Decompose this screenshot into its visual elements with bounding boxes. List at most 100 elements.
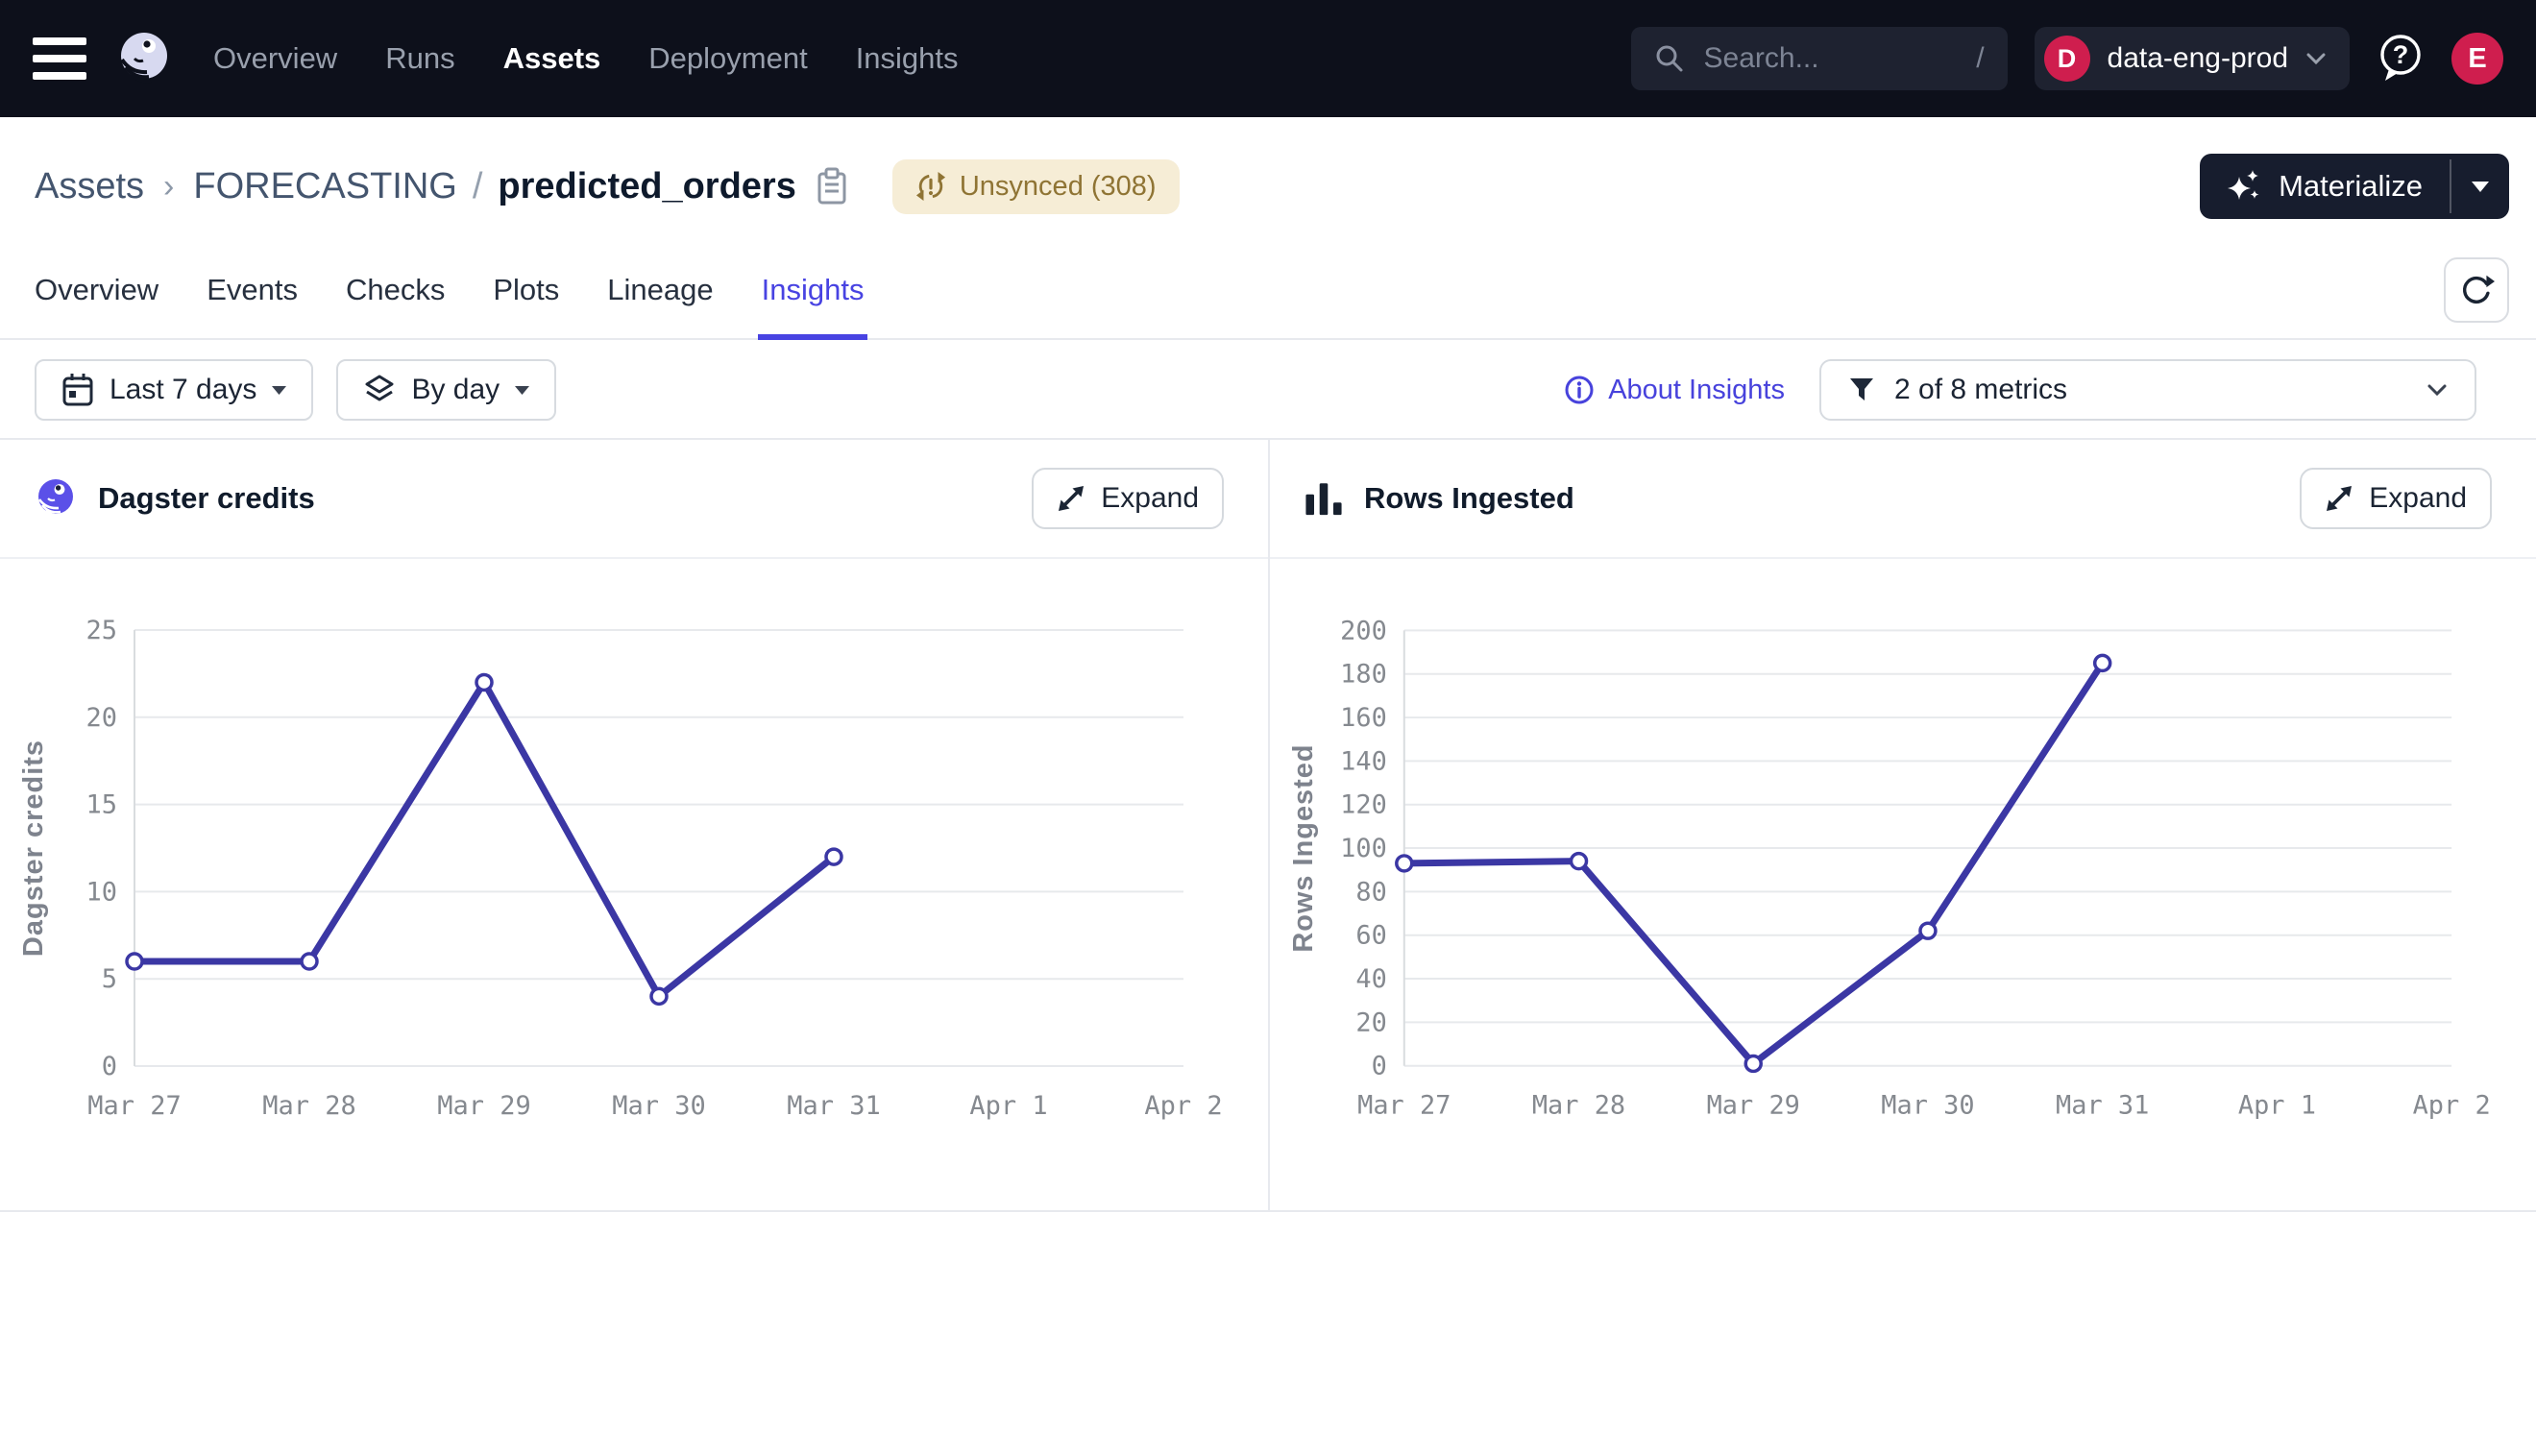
svg-text:80: 80 [1355, 877, 1386, 907]
menu-icon[interactable] [33, 37, 86, 80]
nav-overview[interactable]: Overview [213, 41, 337, 76]
help-icon[interactable]: ? [2377, 33, 2425, 85]
tab-checks[interactable]: Checks [346, 273, 445, 338]
dagster-octopus-icon [115, 31, 171, 86]
svg-text:15: 15 [85, 790, 117, 820]
insights-charts: Dagster credits Expand 0 5 10 15 20 25 Mar 27 M… [0, 438, 2536, 1212]
nav-deployment[interactable]: Deployment [648, 41, 807, 76]
caret-down-icon [515, 386, 529, 395]
expand-label: Expand [2369, 482, 2467, 515]
status-badge-label: Unsynced (308) [960, 171, 1157, 203]
metrics-select[interactable]: 2 of 8 metrics [1819, 359, 2476, 421]
svg-text:140: 140 [1340, 746, 1387, 776]
rows-ingested-chart-area: 020406080100120140160180200Mar 27Mar 28M… [1270, 559, 2536, 1210]
layers-icon [363, 375, 396, 405]
breadcrumb-group[interactable]: FORECASTING [193, 166, 456, 207]
caret-down-icon [272, 386, 286, 395]
info-icon [1564, 375, 1595, 405]
materialize-dropdown-button[interactable] [2451, 154, 2509, 219]
filter-row-right: About Insights 2 of 8 metrics [1564, 359, 2501, 421]
tab-lineage[interactable]: Lineage [607, 273, 713, 338]
dagster-app: Overview Runs Assets Deployment Insights… [0, 0, 2536, 1212]
rows-ingested-panel: Rows Ingested Expand 0 20 40 60 80 100 120 140 1… [1268, 440, 2536, 1210]
svg-text:Dagster credits: Dagster credits [18, 740, 49, 957]
dagster-credits-chart: 0510152025Mar 27Mar 28Mar 29Mar 30Mar 31… [0, 559, 1268, 1210]
top-nav-right: / D data-eng-prod ? E [1631, 27, 2503, 90]
svg-text:?: ? [2393, 40, 2409, 69]
nav-assets[interactable]: Assets [503, 41, 601, 76]
tab-insights[interactable]: Insights [762, 273, 865, 338]
clipboard-icon [816, 167, 848, 206]
svg-text:40: 40 [1355, 964, 1386, 994]
expand-icon [2325, 484, 2353, 513]
chart-title: Rows Ingested [1364, 481, 1574, 516]
svg-text:120: 120 [1340, 790, 1387, 820]
svg-text:Mar 28: Mar 28 [262, 1091, 356, 1121]
svg-text:Mar 31: Mar 31 [787, 1091, 881, 1121]
breadcrumb-slash: / [473, 166, 483, 207]
svg-text:180: 180 [1340, 660, 1387, 690]
materialize-split-button: Materialize [2200, 154, 2509, 219]
expand-icon [1057, 484, 1085, 513]
svg-text:25: 25 [85, 616, 117, 645]
tab-overview[interactable]: Overview [35, 273, 158, 338]
org-switcher[interactable]: D data-eng-prod [2035, 27, 2350, 90]
user-avatar[interactable]: E [2451, 33, 2503, 85]
svg-text:20: 20 [85, 703, 117, 733]
search-input[interactable] [1702, 41, 1960, 76]
date-range-label: Last 7 days [110, 374, 256, 406]
svg-text:Apr 1: Apr 1 [2238, 1091, 2316, 1121]
granularity-label: By day [411, 374, 500, 406]
chevron-down-icon [2426, 383, 2448, 397]
svg-text:Mar 30: Mar 30 [612, 1091, 706, 1121]
dagster-logo[interactable] [115, 31, 171, 86]
search-box[interactable]: / [1631, 27, 2008, 90]
breadcrumb-separator: › [163, 168, 174, 206]
breadcrumb-assets[interactable]: Assets [35, 166, 144, 207]
dagster-credits-chart-area: 0510152025Mar 27Mar 28Mar 29Mar 30Mar 31… [0, 559, 1268, 1210]
materialize-button[interactable]: Materialize [2200, 154, 2450, 219]
chart-title: Dagster credits [98, 481, 315, 516]
refresh-icon [2458, 272, 2495, 308]
nav-runs[interactable]: Runs [385, 41, 454, 76]
svg-text:5: 5 [102, 964, 117, 994]
date-range-filter[interactable]: Last 7 days [35, 359, 313, 421]
sync-alert-icon [915, 171, 946, 202]
rows-ingested-chart: 020406080100120140160180200Mar 27Mar 28M… [1270, 559, 2536, 1210]
svg-text:Mar 30: Mar 30 [1881, 1091, 1974, 1121]
top-nav: Overview Runs Assets Deployment Insights… [0, 0, 2536, 117]
svg-text:10: 10 [85, 877, 117, 907]
svg-text:Mar 31: Mar 31 [2056, 1091, 2149, 1121]
about-insights-link[interactable]: About Insights [1564, 375, 1785, 406]
svg-text:0: 0 [102, 1052, 117, 1081]
svg-text:Mar 29: Mar 29 [1707, 1091, 1800, 1121]
expand-label: Expand [1101, 482, 1199, 515]
svg-text:160: 160 [1340, 703, 1387, 733]
svg-text:Mar 27: Mar 27 [87, 1091, 182, 1121]
svg-text:0: 0 [1372, 1052, 1387, 1081]
materialize-label: Materialize [2279, 169, 2423, 204]
svg-text:Mar 27: Mar 27 [1357, 1091, 1451, 1121]
expand-button[interactable]: Expand [1032, 468, 1224, 529]
org-avatar: D [2044, 36, 2090, 82]
tab-plots[interactable]: Plots [493, 273, 559, 338]
status-badge[interactable]: Unsynced (308) [892, 159, 1180, 214]
primary-nav: Overview Runs Assets Deployment Insights [213, 41, 959, 76]
refresh-button[interactable] [2444, 257, 2509, 323]
svg-text:Rows Ingested: Rows Ingested [1288, 743, 1319, 952]
expand-button[interactable]: Expand [2300, 468, 2492, 529]
svg-text:Apr 1: Apr 1 [969, 1091, 1047, 1121]
dagster-logo-icon [35, 477, 77, 520]
nav-insights[interactable]: Insights [856, 41, 959, 76]
search-icon [1654, 43, 1685, 74]
copy-asset-name-button[interactable] [816, 167, 848, 206]
about-insights-label: About Insights [1608, 375, 1785, 406]
bar-chart-icon [1305, 479, 1343, 518]
svg-text:20: 20 [1355, 1007, 1386, 1037]
caret-down-icon [2472, 182, 2489, 192]
svg-text:200: 200 [1340, 616, 1387, 645]
svg-text:100: 100 [1340, 834, 1387, 863]
granularity-filter[interactable]: By day [336, 359, 556, 421]
tab-events[interactable]: Events [207, 273, 298, 338]
svg-text:60: 60 [1355, 921, 1386, 951]
